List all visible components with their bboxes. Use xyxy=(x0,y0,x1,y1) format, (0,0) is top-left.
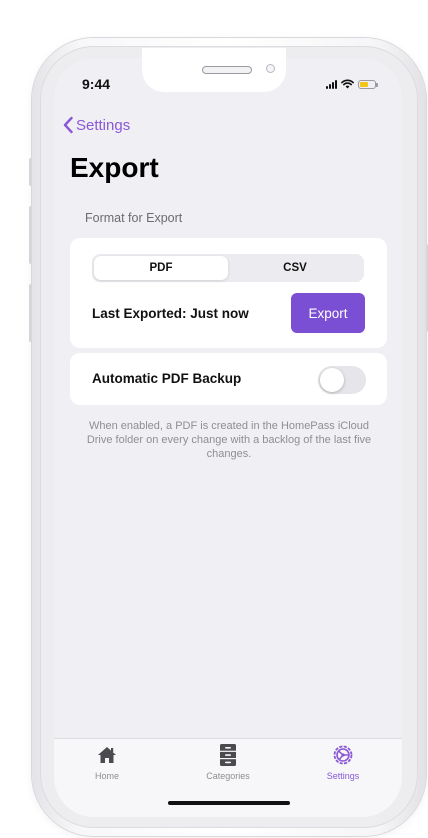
backup-label: Automatic PDF Backup xyxy=(92,371,242,386)
tab-categories[interactable]: Categories xyxy=(183,744,273,781)
status-time: 9:44 xyxy=(82,76,111,92)
front-camera xyxy=(266,64,275,73)
segment-csv[interactable]: CSV xyxy=(228,256,362,280)
back-button-label: Settings xyxy=(76,116,131,134)
export-card: PDF CSV Last Exported: Just now Export xyxy=(70,238,387,348)
tab-home[interactable]: Home xyxy=(62,745,152,781)
segment-pdf[interactable]: PDF xyxy=(94,256,228,280)
format-segmented-control: PDF CSV xyxy=(92,254,364,282)
export-button[interactable]: Export xyxy=(291,293,365,333)
page-title: Export xyxy=(70,152,159,183)
tab-home-label: Home xyxy=(94,771,119,781)
home-indicator[interactable] xyxy=(168,801,290,805)
section-header: Format for Export xyxy=(85,211,183,225)
backup-toggle[interactable] xyxy=(318,366,366,394)
chevron-left-icon xyxy=(63,116,73,134)
footer-note: When enabled, a PDF is created in the Ho… xyxy=(86,420,372,460)
tab-bar: Home Categories Settings xyxy=(54,738,402,817)
tab-settings-label: Settings xyxy=(326,771,360,781)
canvas: 9:44 Settings Export Format for Export P… xyxy=(0,0,428,838)
signal-icon xyxy=(326,79,337,89)
tab-categories-label: Categories xyxy=(206,771,250,781)
battery-icon xyxy=(358,79,378,89)
status-icons xyxy=(326,77,378,91)
back-button[interactable]: Settings xyxy=(62,116,130,134)
gear-icon xyxy=(332,745,354,765)
wifi-icon xyxy=(341,79,354,89)
cabinet-icon xyxy=(219,744,237,766)
speaker-grille xyxy=(202,66,252,74)
tab-settings[interactable]: Settings xyxy=(298,745,388,781)
toggle-knob xyxy=(320,368,344,392)
last-exported-label: Last Exported: Just now xyxy=(92,306,249,321)
backup-card: Automatic PDF Backup xyxy=(70,353,387,405)
home-icon xyxy=(97,745,117,765)
